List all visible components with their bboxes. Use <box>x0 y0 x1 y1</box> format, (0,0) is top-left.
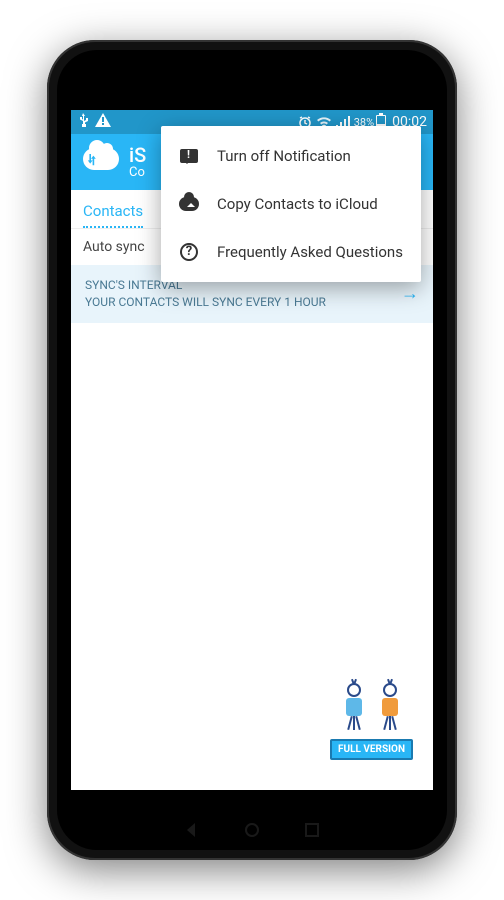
recent-softkey[interactable] <box>303 821 321 839</box>
app-logo-icon <box>83 148 119 176</box>
overflow-menu: Turn off Notification Copy Contacts to i… <box>161 126 421 282</box>
full-version-badge[interactable]: FULL VERSION <box>330 683 413 760</box>
back-softkey[interactable] <box>183 821 201 839</box>
app-subtitle: Co <box>129 166 146 180</box>
notification-off-icon <box>179 146 199 166</box>
full-version-label: FULL VERSION <box>330 739 413 760</box>
usb-icon <box>77 113 89 131</box>
warning-icon <box>95 113 111 131</box>
menu-item-copy-contacts[interactable]: Copy Contacts to iCloud <box>161 180 421 228</box>
menu-item-faq[interactable]: ? Frequently Asked Questions <box>161 228 421 276</box>
content-area: FULL VERSION <box>71 323 433 790</box>
cloud-upload-icon <box>179 194 199 214</box>
menu-item-label: Copy Contacts to iCloud <box>217 195 378 213</box>
arrow-right-icon: → <box>401 283 419 304</box>
menu-item-turn-off-notification[interactable]: Turn off Notification <box>161 132 421 180</box>
app-title: iS <box>129 144 146 166</box>
screen: 38% 00:02 iS Co Contacts <box>71 110 433 790</box>
home-softkey[interactable] <box>243 821 261 839</box>
interval-detail: YOUR CONTACTS WILL SYNC EVERY 1 HOUR <box>85 294 326 311</box>
menu-item-label: Turn off Notification <box>217 147 351 165</box>
menu-item-label: Frequently Asked Questions <box>217 243 403 261</box>
phone-frame: 38% 00:02 iS Co Contacts <box>47 40 457 860</box>
mascot-icon <box>330 683 413 737</box>
tab-contacts[interactable]: Contacts <box>83 198 143 228</box>
help-icon: ? <box>179 242 199 262</box>
